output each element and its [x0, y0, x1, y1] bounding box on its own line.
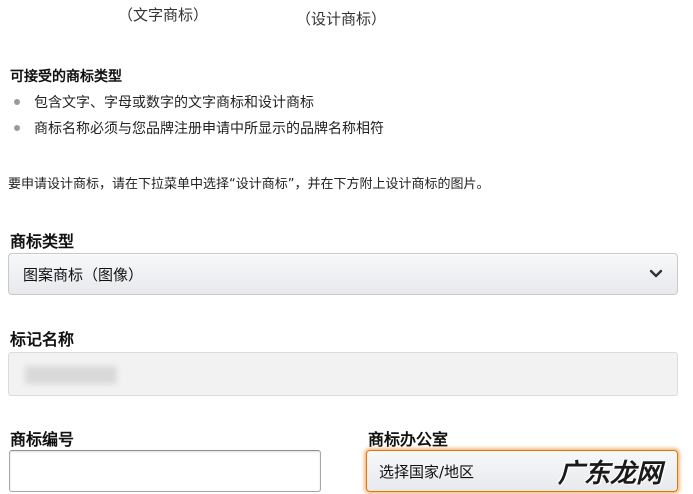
bullet-icon	[14, 99, 20, 105]
bullet-icon	[14, 125, 20, 131]
trademark-number-input[interactable]	[9, 450, 321, 492]
mark-name-field	[8, 352, 678, 396]
instruction-text: 要申请设计商标，请在下拉菜单中选择“设计商标”，并在下方附上设计商标的图片。	[8, 177, 490, 192]
chevron-down-icon	[649, 269, 663, 278]
bullet-text: 商标名称必须与您品牌注册申请中所显示的品牌名称相符	[34, 121, 384, 137]
trademark-type-selected: 图案商标（图像）	[23, 265, 144, 284]
bullet-text: 包含文字、字母或数字的文字商标和设计商标	[34, 95, 314, 111]
design-mark-caption: （设计商标）	[296, 10, 387, 28]
trademark-office-selected: 选择国家/地区	[379, 462, 475, 481]
word-mark-caption: （文字商标）	[118, 6, 209, 24]
watermark-text: 广东龙网	[558, 459, 663, 489]
trademark-type-select[interactable]: 图案商标（图像）	[8, 253, 678, 295]
trademark-number-label: 商标编号	[10, 430, 75, 449]
list-item: 商标名称必须与您品牌注册申请中所显示的品牌名称相符	[10, 118, 384, 138]
redacted-value	[25, 366, 117, 384]
accepted-types-title: 可接受的商标类型	[10, 69, 122, 85]
list-item: 包含文字、字母或数字的文字商标和设计商标	[10, 92, 314, 112]
mark-name-label: 标记名称	[10, 330, 75, 349]
trademark-type-label: 商标类型	[10, 232, 75, 251]
trademark-office-label: 商标办公室	[368, 430, 449, 449]
